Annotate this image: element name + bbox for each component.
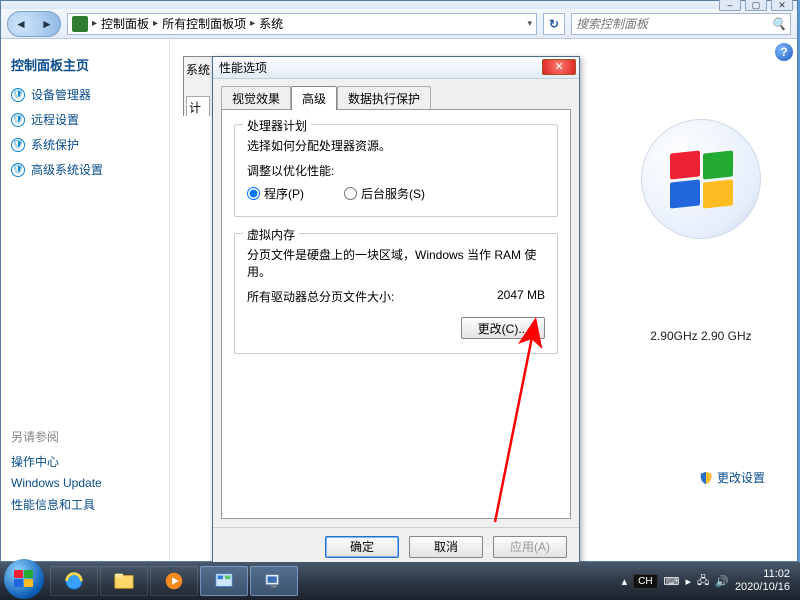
dialog-close-button[interactable]: ✕ bbox=[542, 59, 576, 75]
adjust-label: 调整以优化性能: bbox=[247, 162, 545, 179]
vm-desc: 分页文件是硬盘上的一块区域，Windows 当作 RAM 使用。 bbox=[247, 246, 545, 280]
close-button[interactable]: ✕ bbox=[771, 0, 793, 11]
back-icon[interactable]: ◄ bbox=[15, 17, 27, 31]
see-also-section: 另请参阅 操作中心 Windows Update 性能信息和工具 bbox=[11, 428, 159, 513]
left-link-remote-settings[interactable]: 🛡远程设置 bbox=[11, 111, 159, 128]
ok-button[interactable]: 确定 bbox=[325, 536, 399, 558]
refresh-button[interactable]: ↻ bbox=[543, 13, 565, 35]
radio-programs-input[interactable] bbox=[247, 187, 260, 200]
nav-back-forward[interactable]: ◄► bbox=[7, 11, 61, 37]
shield-icon: 🛡 bbox=[11, 163, 25, 177]
taskbar-ie[interactable] bbox=[50, 566, 98, 596]
shield-icon: 🛡 bbox=[11, 113, 25, 127]
search-box[interactable]: 🔍 bbox=[571, 13, 791, 35]
tab-body-advanced: 处理器计划 选择如何分配处理器资源。 调整以优化性能: 程序(P) 后台服务(S… bbox=[221, 109, 571, 519]
shield-icon: 🛡 bbox=[11, 138, 25, 152]
see-also-windows-update[interactable]: Windows Update bbox=[11, 476, 159, 490]
window-titlebar: – ▢ ✕ bbox=[1, 1, 797, 9]
dialog-title: 性能选项 bbox=[219, 59, 267, 76]
radio-programs[interactable]: 程序(P) bbox=[247, 185, 304, 202]
cancel-button[interactable]: 取消 bbox=[409, 536, 483, 558]
tab-strip: 视觉效果 高级 数据执行保护 bbox=[213, 79, 579, 109]
tab-visual-effects[interactable]: 视觉效果 bbox=[221, 86, 291, 110]
maximize-button[interactable]: ▢ bbox=[745, 0, 767, 11]
vm-total-label: 所有驱动器总分页文件大小: bbox=[247, 288, 394, 305]
crumb-level3[interactable]: 系统 bbox=[259, 15, 283, 32]
clock[interactable]: 11:02 2020/10/16 bbox=[735, 568, 796, 594]
see-also-action-center[interactable]: 操作中心 bbox=[11, 453, 159, 470]
taskbar-control-panel[interactable] bbox=[200, 566, 248, 596]
change-settings-link[interactable]: 更改设置 bbox=[699, 469, 765, 486]
address-bar-row: ◄► ▸ 控制面板 ▸ 所有控制面板项 ▸ 系统 ▾ ↻ 🔍 bbox=[1, 9, 797, 39]
chevron-right-icon[interactable]: ▸ bbox=[250, 18, 255, 29]
start-button[interactable] bbox=[4, 559, 44, 599]
left-nav-title[interactable]: 控制面板主页 bbox=[11, 55, 159, 74]
forward-icon[interactable]: ► bbox=[41, 17, 53, 31]
see-also-title: 另请参阅 bbox=[11, 428, 159, 445]
chevron-right-icon[interactable]: ▸ bbox=[153, 18, 158, 29]
search-input[interactable] bbox=[572, 14, 790, 34]
left-panel: 控制面板主页 🛡设备管理器 🛡远程设置 🛡系统保护 🛡高级系统设置 另请参阅 操… bbox=[1, 39, 169, 561]
left-link-advanced-system-settings[interactable]: 🛡高级系统设置 bbox=[11, 161, 159, 178]
tray-flag-icon[interactable]: ▸ bbox=[685, 575, 691, 588]
crumb-level2[interactable]: 所有控制面板项 bbox=[162, 15, 246, 32]
vm-change-button[interactable]: 更改(C)... bbox=[461, 317, 545, 339]
dialog-titlebar[interactable]: 性能选项 ✕ bbox=[213, 57, 579, 79]
group-title: 虚拟内存 bbox=[243, 226, 299, 243]
taskbar-explorer[interactable] bbox=[100, 566, 148, 596]
clock-date: 2020/10/16 bbox=[735, 581, 790, 594]
cpu-speed-text: 2.90GHz 2.90 GHz bbox=[621, 329, 781, 343]
group-title: 处理器计划 bbox=[243, 117, 311, 134]
language-indicator[interactable]: CH bbox=[633, 574, 657, 589]
see-also-performance-info[interactable]: 性能信息和工具 bbox=[11, 496, 159, 513]
tab-dep[interactable]: 数据执行保护 bbox=[337, 86, 431, 110]
performance-options-dialog: 性能选项 ✕ 视觉效果 高级 数据执行保护 处理器计划 选择如何分配处理器资源。… bbox=[212, 56, 580, 566]
taskbar-media-player[interactable] bbox=[150, 566, 198, 596]
left-link-device-manager[interactable]: 🛡设备管理器 bbox=[11, 86, 159, 103]
crumb-level1[interactable]: 控制面板 bbox=[101, 15, 149, 32]
help-icon[interactable]: ? bbox=[775, 43, 793, 61]
taskbar[interactable]: ▴ CH ⌨ ▸ 🖧 🔊 11:02 2020/10/16 bbox=[0, 562, 800, 600]
breadcrumb[interactable]: ▸ 控制面板 ▸ 所有控制面板项 ▸ 系统 ▾ bbox=[67, 13, 537, 35]
system-info-area: 2.90GHz 2.90 GHz bbox=[621, 119, 781, 343]
keyboard-icon[interactable]: ⌨ bbox=[664, 575, 680, 588]
taskbar-system-props[interactable] bbox=[250, 566, 298, 596]
radio-background-input[interactable] bbox=[344, 187, 357, 200]
system-tray[interactable]: ▴ CH ⌨ ▸ 🖧 🔊 11:02 2020/10/16 bbox=[622, 568, 796, 594]
shield-icon bbox=[699, 471, 713, 485]
virtual-memory-group: 虚拟内存 分页文件是硬盘上的一块区域，Windows 当作 RAM 使用。 所有… bbox=[234, 233, 558, 354]
dropdown-icon[interactable]: ▾ bbox=[527, 18, 532, 29]
vm-total-value: 2047 MB bbox=[497, 288, 545, 305]
clock-time: 11:02 bbox=[735, 568, 790, 581]
tab-advanced[interactable]: 高级 bbox=[291, 86, 337, 110]
minimize-button[interactable]: – bbox=[719, 0, 741, 11]
left-link-system-protection[interactable]: 🛡系统保护 bbox=[11, 136, 159, 153]
tray-volume-icon[interactable]: 🔊 bbox=[715, 575, 729, 588]
group-desc: 选择如何分配处理器资源。 bbox=[247, 137, 545, 154]
system-properties-stub: 系统 计 bbox=[183, 56, 213, 116]
tray-network-icon[interactable]: 🖧 bbox=[697, 572, 709, 591]
radio-background[interactable]: 后台服务(S) bbox=[344, 185, 425, 202]
search-icon: 🔍 bbox=[771, 17, 786, 31]
tray-up-icon[interactable]: ▴ bbox=[622, 575, 628, 588]
dialog-button-row: 确定 取消 应用(A) bbox=[213, 527, 579, 565]
chevron-right-icon[interactable]: ▸ bbox=[92, 18, 97, 29]
windows-logo bbox=[641, 119, 761, 239]
apply-button[interactable]: 应用(A) bbox=[493, 536, 567, 558]
shield-icon: 🛡 bbox=[11, 88, 25, 102]
control-panel-icon bbox=[72, 16, 88, 32]
processor-scheduling-group: 处理器计划 选择如何分配处理器资源。 调整以优化性能: 程序(P) 后台服务(S… bbox=[234, 124, 558, 217]
